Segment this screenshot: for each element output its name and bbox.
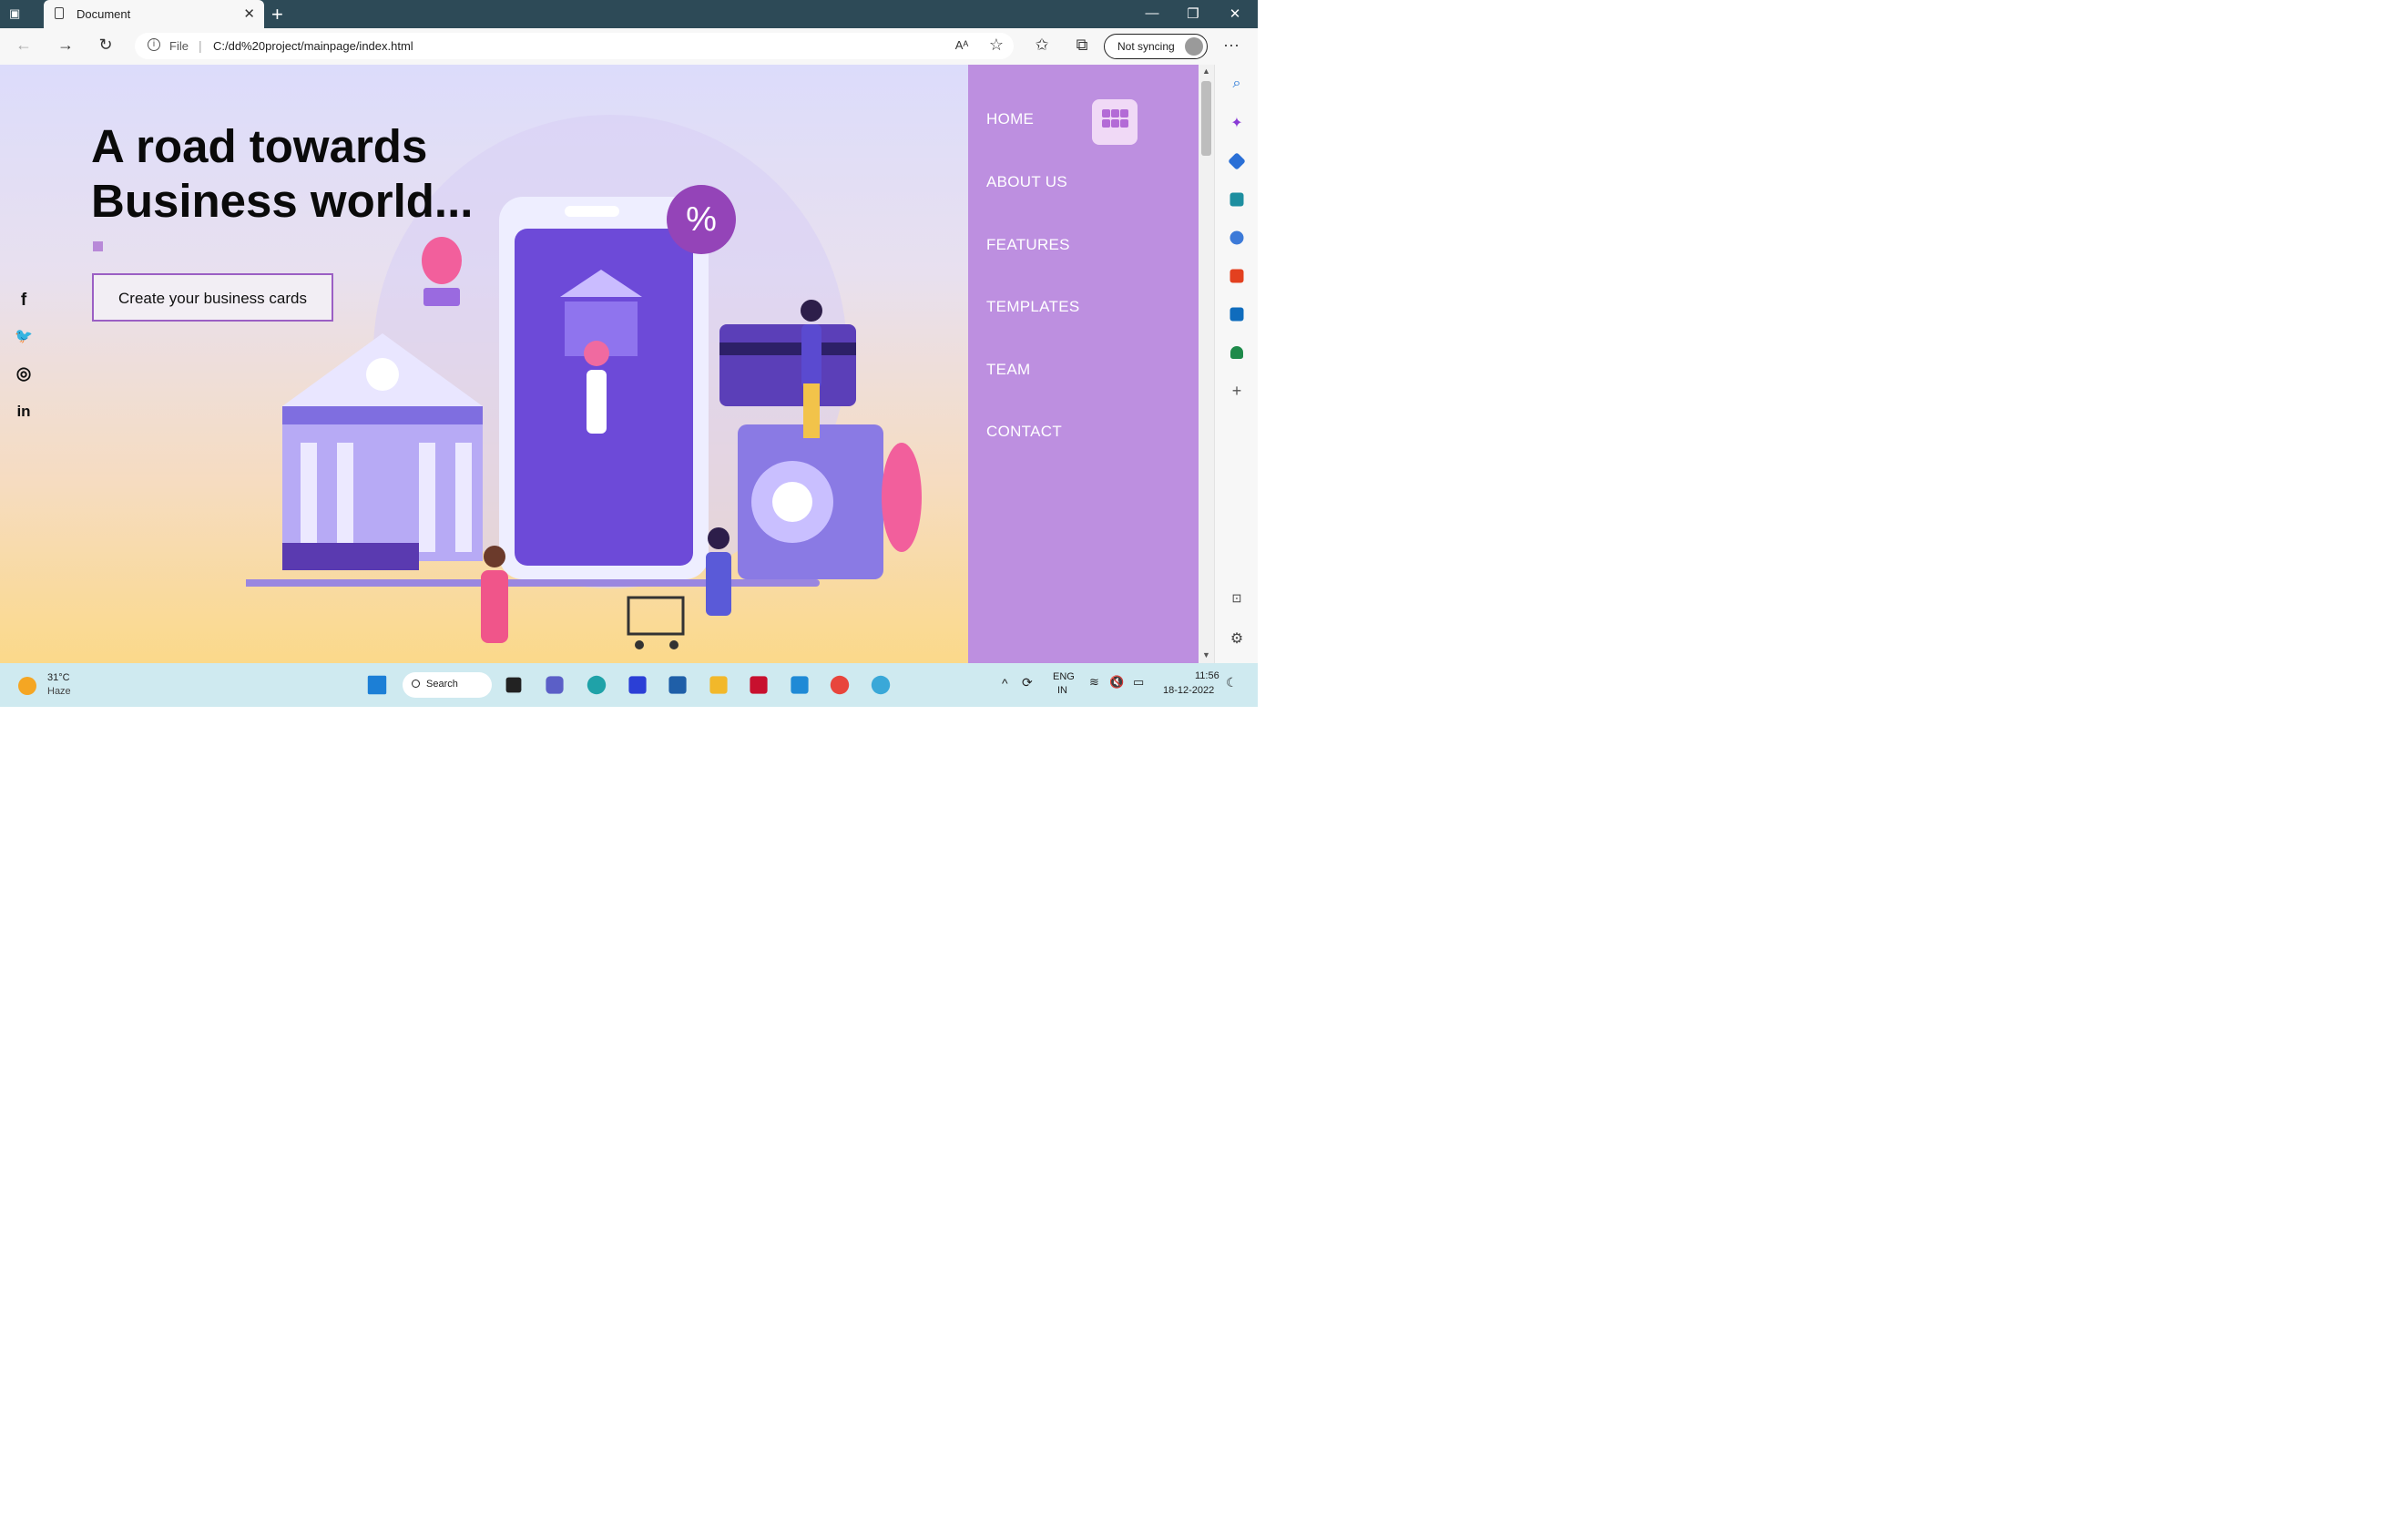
edge-icon[interactable]	[587, 675, 607, 695]
hero-title-line-1: A road towards	[91, 120, 428, 172]
tree-icon[interactable]	[1230, 346, 1243, 359]
mcafee-icon[interactable]	[750, 676, 768, 694]
taskbar-search[interactable]: Search	[403, 672, 492, 698]
search-icon	[412, 680, 420, 688]
wifi-icon[interactable]: ≋	[1089, 675, 1099, 690]
side-navigation: HOME ABOUT US FEATURES TEMPLATES TEAM CO…	[968, 65, 1199, 663]
show-hidden-icons[interactable]: ^	[1002, 676, 1008, 690]
title-bar: ▣ Document ✕ + — ❐ ✕	[0, 0, 1258, 28]
taskbar-search-label: Search	[426, 679, 458, 690]
language-eng[interactable]: ENG	[1053, 671, 1075, 682]
chrome-icon[interactable]	[830, 675, 850, 695]
profile-button[interactable]: Not syncing	[1104, 34, 1208, 59]
tab-actions-icon[interactable]: ▣	[9, 6, 27, 21]
new-tab-button[interactable]: +	[271, 3, 283, 26]
clock-time[interactable]: 11:56	[1195, 670, 1219, 681]
tools-icon[interactable]	[1230, 192, 1244, 207]
clock-date[interactable]: 18-12-2022	[1163, 685, 1214, 696]
sun-haze-icon	[18, 677, 36, 695]
forward-icon[interactable]: →	[55, 36, 77, 55]
browser-tab[interactable]: Document ✕	[44, 0, 264, 28]
menu-grid-icon	[1120, 119, 1128, 128]
back-icon[interactable]: ←	[13, 36, 35, 55]
file-explorer-icon[interactable]	[709, 676, 728, 694]
page-viewport: % A road towards Business world... Creat…	[0, 65, 1199, 663]
menu-grid-icon	[1111, 109, 1119, 118]
notifications-icon[interactable]: ☾	[1226, 675, 1238, 690]
address-bar[interactable]: i File | C:/dd%20project/mainpage/index.…	[135, 33, 1014, 59]
refresh-icon[interactable]: ↻	[95, 36, 117, 55]
scrollbar-thumb[interactable]	[1201, 81, 1211, 156]
scroll-down-icon[interactable]: ▼	[1202, 650, 1210, 659]
windows-taskbar: 31°C Haze Search ^ ⟳ ENG IN ≋ 🔇 ▭ 11:56 …	[0, 663, 1258, 707]
twitter-icon[interactable]: 🐦	[13, 326, 35, 348]
create-business-cards-button[interactable]: Create your business cards	[92, 273, 333, 322]
search-icon[interactable]: ⌕	[1228, 76, 1246, 94]
menu-grid-icon	[1120, 109, 1128, 118]
globe-app-icon[interactable]	[871, 675, 891, 695]
avatar-icon	[1185, 37, 1203, 56]
weather-temp: 31°C	[47, 672, 70, 683]
menu-grid-icon	[1102, 109, 1110, 118]
notes-icon[interactable]	[628, 676, 647, 694]
browser-toolbar: ← → ↻ i File | C:/dd%20project/mainpage/…	[0, 28, 1258, 66]
vscode-icon[interactable]	[791, 676, 809, 694]
nav-templates[interactable]: TEMPLATES	[986, 298, 1080, 316]
address-scheme: File	[169, 39, 189, 53]
outlook-icon[interactable]	[1230, 307, 1244, 322]
start-icon[interactable]	[367, 675, 387, 695]
instagram-icon[interactable]: ◎	[13, 363, 35, 385]
menu-grid-button[interactable]	[1092, 99, 1138, 145]
scroll-up-icon[interactable]: ▲	[1202, 66, 1210, 76]
facebook-icon[interactable]: f	[13, 290, 35, 312]
linkedin-icon[interactable]: in	[13, 401, 35, 423]
tab-title: Document	[77, 7, 131, 21]
accent-square	[93, 241, 103, 251]
more-icon[interactable]: ···	[1220, 36, 1242, 55]
close-tab-icon[interactable]: ✕	[243, 5, 255, 22]
copilot-icon[interactable]: ✦	[1228, 114, 1246, 132]
minimize-button[interactable]: —	[1143, 5, 1161, 21]
collections-icon[interactable]: ⧉	[1071, 36, 1093, 55]
menu-grid-icon	[1102, 119, 1110, 128]
page-scrollbar[interactable]: ▲ ▼	[1199, 65, 1214, 663]
info-icon[interactable]: i	[148, 38, 160, 51]
hero-title-line-2: Business world...	[91, 175, 474, 227]
document-icon	[55, 7, 64, 19]
nav-contact[interactable]: CONTACT	[986, 423, 1062, 441]
nav-features[interactable]: FEATURES	[986, 236, 1070, 254]
weather-condition: Haze	[47, 686, 71, 697]
favorites-icon[interactable]: ✩	[1031, 36, 1053, 55]
close-window-button[interactable]: ✕	[1226, 5, 1244, 22]
language-region[interactable]: IN	[1057, 685, 1067, 696]
sync-icon[interactable]: ⟳	[1022, 675, 1033, 690]
office-icon[interactable]	[1230, 269, 1244, 283]
hero-title: A road towards Business world...	[91, 119, 473, 229]
shopping-tag-icon[interactable]	[1228, 152, 1246, 170]
store-icon[interactable]	[668, 676, 687, 694]
profile-label: Not syncing	[1117, 40, 1175, 53]
teams-icon[interactable]	[546, 676, 564, 694]
address-separator: |	[199, 38, 202, 53]
task-view-icon[interactable]	[505, 677, 522, 693]
battery-icon[interactable]: ▭	[1133, 675, 1144, 690]
svg-text:%: %	[686, 200, 717, 239]
screen: ▣ Document ✕ + — ❐ ✕ ← → ↻ i File | C:/d…	[0, 0, 1258, 707]
settings-icon[interactable]: ⚙	[1228, 629, 1246, 648]
nav-about-us[interactable]: ABOUT US	[986, 173, 1067, 191]
nav-team[interactable]: TEAM	[986, 361, 1030, 379]
read-aloud-icon[interactable]: Aᴬ	[951, 38, 973, 52]
add-favorite-icon[interactable]: ☆	[985, 36, 1007, 55]
nav-home[interactable]: HOME	[986, 110, 1034, 128]
add-icon[interactable]: +	[1228, 382, 1246, 400]
edge-sidebar: ⌕ ✦ + ⊡ ⚙	[1214, 65, 1258, 663]
split-screen-icon[interactable]: ⊡	[1228, 591, 1246, 609]
restore-button[interactable]: ❐	[1184, 5, 1202, 22]
mute-icon[interactable]: 🔇	[1109, 675, 1124, 690]
address-url[interactable]: C:/dd%20project/mainpage/index.html	[213, 39, 413, 53]
menu-grid-icon	[1111, 119, 1119, 128]
games-icon[interactable]	[1230, 230, 1244, 245]
